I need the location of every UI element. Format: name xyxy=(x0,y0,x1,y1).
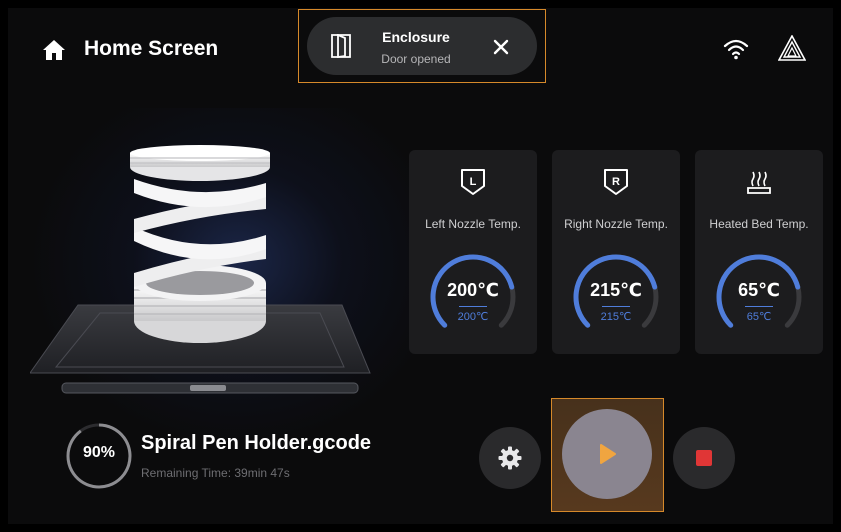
current-temperature: 215℃ xyxy=(590,280,642,300)
job-filename: Spiral Pen Holder.gcode xyxy=(141,432,372,454)
target-temperature: 65℃ xyxy=(746,311,772,323)
stop-button[interactable] xyxy=(673,427,735,489)
gauge-divider xyxy=(459,306,487,307)
wifi-icon[interactable] xyxy=(723,38,749,60)
svg-text:L: L xyxy=(470,176,477,188)
notification-title: Enclosure xyxy=(382,29,450,45)
home-icon[interactable] xyxy=(42,38,66,62)
door-icon xyxy=(331,34,351,58)
gauge-divider xyxy=(745,306,773,307)
brand-logo-icon xyxy=(778,35,806,61)
close-icon[interactable] xyxy=(492,38,510,56)
settings-button[interactable] xyxy=(479,427,541,489)
heated-bed-icon xyxy=(747,171,771,194)
remaining-time: Remaining Time: 39min 47s xyxy=(141,466,290,480)
play-icon xyxy=(600,444,616,464)
svg-text:R: R xyxy=(612,176,620,188)
notification-message: Door opened xyxy=(381,52,451,66)
card-label: Right Nozzle Temp. xyxy=(564,217,668,231)
right-nozzle-icon: R xyxy=(604,169,628,195)
right-nozzle-card[interactable]: R Right Nozzle Temp. 215℃ 215℃ xyxy=(552,150,680,354)
target-temperature: 215℃ xyxy=(600,311,632,323)
page-title: Home Screen xyxy=(84,37,219,60)
play-button[interactable] xyxy=(562,409,652,499)
left-nozzle-card[interactable]: L Left Nozzle Temp. 200℃ 200℃ xyxy=(409,150,537,354)
card-label: Heated Bed Temp. xyxy=(709,217,809,231)
stop-icon xyxy=(696,450,712,466)
progress-percent: 90% xyxy=(82,444,116,461)
target-temperature: 200℃ xyxy=(457,311,489,323)
print-model-preview xyxy=(30,145,371,394)
left-nozzle-icon: L xyxy=(461,169,485,195)
gauge-divider xyxy=(602,306,630,307)
card-label: Left Nozzle Temp. xyxy=(425,217,521,231)
current-temperature: 65℃ xyxy=(738,280,780,300)
current-temperature: 200℃ xyxy=(447,280,499,300)
gear-icon xyxy=(498,446,522,470)
heated-bed-card[interactable]: Heated Bed Temp. 65℃ 65℃ xyxy=(695,150,823,354)
